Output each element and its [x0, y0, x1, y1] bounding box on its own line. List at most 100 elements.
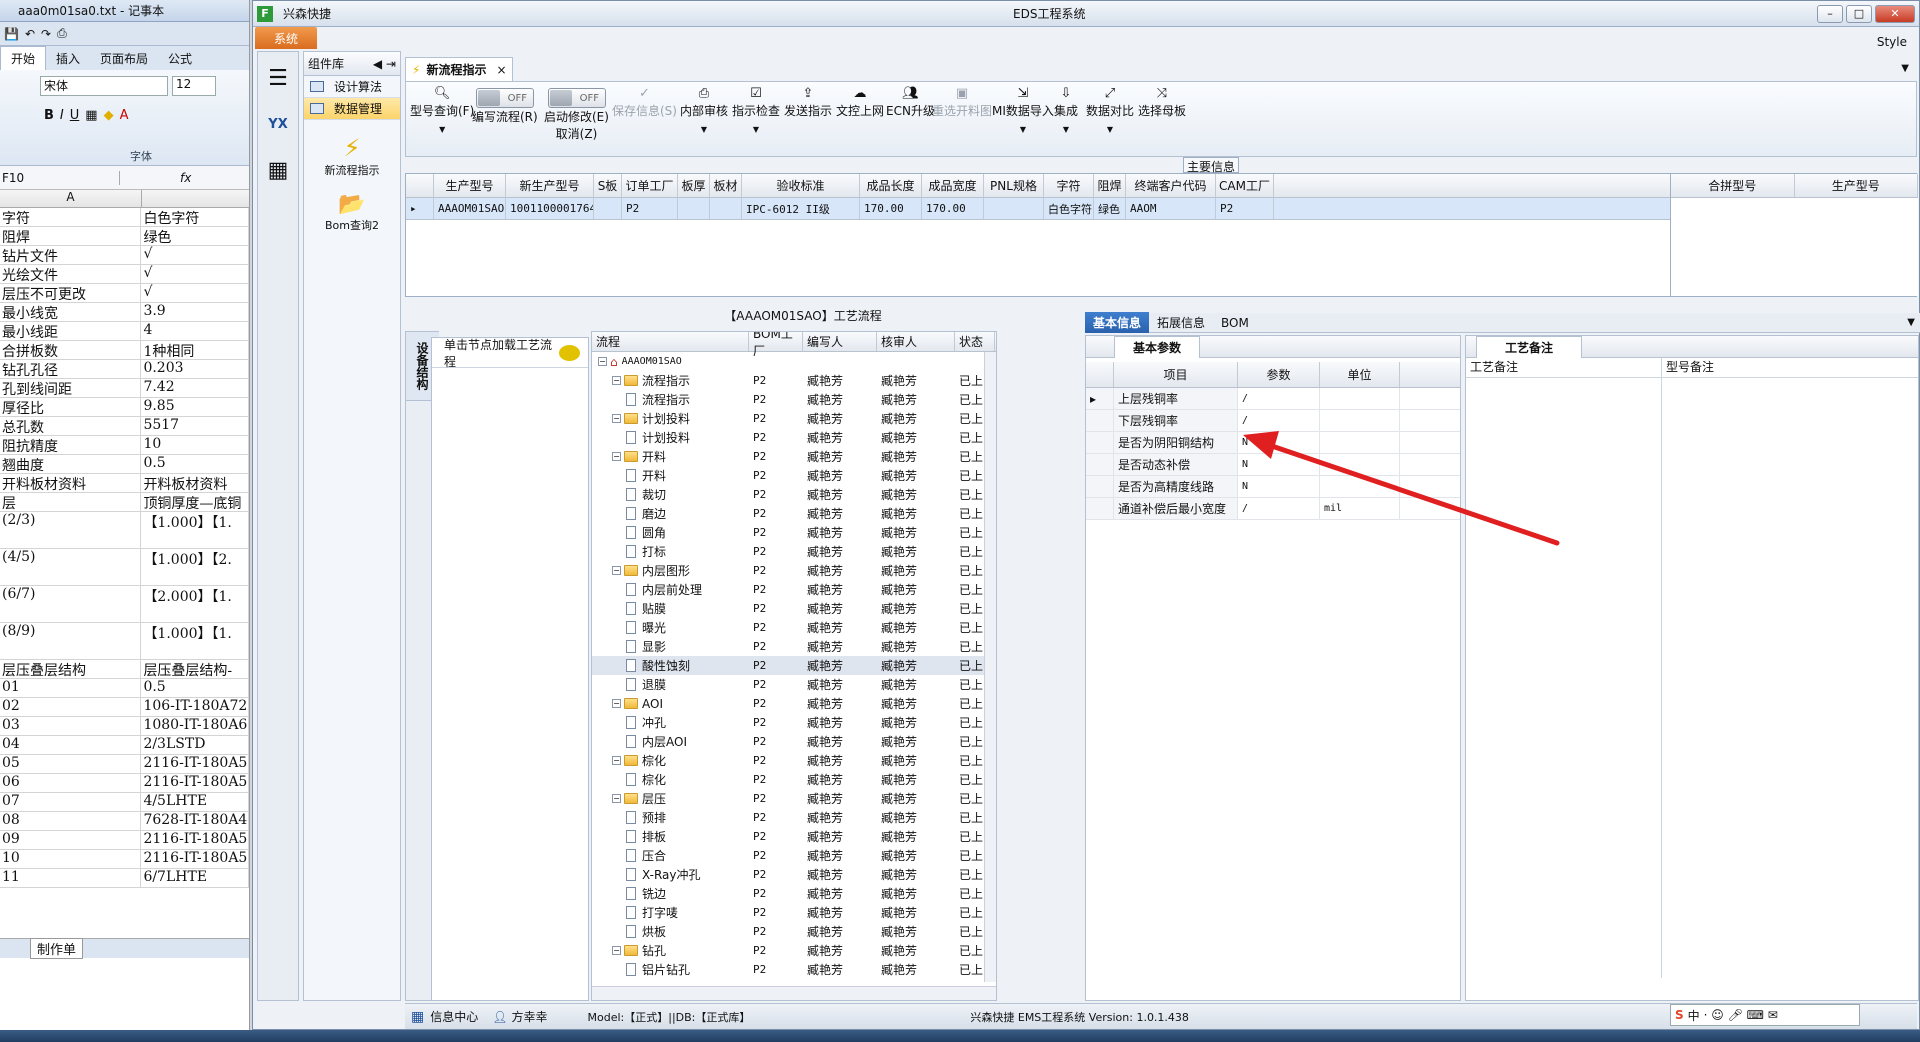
- grid-col-header[interactable]: 终端客户代码: [1126, 174, 1216, 197]
- grid-col-header[interactable]: S板: [594, 174, 622, 197]
- tab-page-layout[interactable]: 页面布局: [90, 47, 158, 70]
- tab-list-dropdown-icon[interactable]: ▼: [1901, 63, 1909, 74]
- expand-toggle-icon[interactable]: −: [612, 699, 621, 708]
- cell[interactable]: 翘曲度: [0, 455, 142, 474]
- start-modify-toggle[interactable]: OFF: [548, 88, 606, 108]
- grid-cell[interactable]: IPC-6012 II级: [742, 198, 860, 219]
- fill-color-icon[interactable]: ◆: [104, 108, 114, 123]
- cancel-button[interactable]: 取消(Z): [556, 125, 598, 142]
- cell[interactable]: 02: [0, 698, 142, 717]
- cell[interactable]: 白色字符: [141, 208, 249, 227]
- send-flow-button[interactable]: ⇪ 发送指示: [784, 86, 832, 119]
- grid-cell[interactable]: 10011000017647: [506, 198, 594, 219]
- flow-col-header[interactable]: 流程: [592, 332, 749, 351]
- expand-toggle-icon[interactable]: −: [598, 357, 607, 366]
- font-color-icon[interactable]: A: [120, 108, 129, 123]
- cell[interactable]: 0.5: [141, 679, 249, 698]
- cell[interactable]: 7.42: [141, 379, 249, 398]
- param-row[interactable]: ▸ 上层残铜率 /: [1086, 388, 1460, 410]
- tab-process-remark[interactable]: 工艺备注: [1476, 335, 1583, 358]
- cell[interactable]: 7628-IT-180A4: [141, 812, 249, 831]
- maximize-button[interactable]: □: [1846, 4, 1872, 23]
- tree-row[interactable]: 显影 P2 臧艳芳 臧艳芳 已上R: [592, 637, 996, 656]
- cell[interactable]: (2/3): [0, 512, 142, 549]
- collapse-icon[interactable]: ◀ ⇥: [373, 57, 396, 71]
- cell[interactable]: √: [141, 265, 249, 284]
- status-col-header[interactable]: 状态: [955, 332, 995, 351]
- cell[interactable]: 03: [0, 717, 142, 736]
- unit-col-header[interactable]: 单位: [1320, 362, 1400, 387]
- cell[interactable]: 4: [141, 322, 249, 341]
- close-tab-icon[interactable]: ×: [496, 63, 506, 77]
- new-flow-launcher[interactable]: ⚡ 新流程指示: [304, 134, 400, 178]
- tree-row[interactable]: 烘板 P2 臧艳芳 臧艳芳 已上R: [592, 922, 996, 941]
- model-remark-textarea[interactable]: [1662, 378, 1916, 978]
- tab-home[interactable]: 开始: [0, 46, 47, 70]
- column-a-header[interactable]: A: [0, 190, 142, 207]
- expand-toggle-icon[interactable]: −: [612, 566, 621, 575]
- grid-col-header[interactable]: 验收标准: [742, 174, 860, 197]
- cell[interactable]: (4/5): [0, 549, 142, 586]
- grid-cell[interactable]: [678, 198, 710, 219]
- cell[interactable]: 最小线距: [0, 322, 142, 341]
- info-center[interactable]: 信息中心: [430, 1008, 478, 1025]
- cell[interactable]: 10: [141, 436, 249, 455]
- grid-cell[interactable]: AAOM: [1126, 198, 1216, 219]
- yx-module-icon[interactable]: YX: [259, 104, 297, 144]
- sheet-tab[interactable]: 制作单: [30, 938, 84, 959]
- cell[interactable]: 阻焊: [0, 227, 142, 246]
- minimize-button[interactable]: –: [1817, 4, 1843, 23]
- cell[interactable]: 2116-IT-180A5: [141, 850, 249, 869]
- cell[interactable]: 开料板材资料: [141, 474, 249, 493]
- expand-toggle-icon[interactable]: −: [612, 414, 621, 423]
- cell[interactable]: 字符: [0, 208, 142, 227]
- cell[interactable]: 孔到线间距: [0, 379, 142, 398]
- grid-col-header[interactable]: 生产型号: [434, 174, 506, 197]
- tree-row[interactable]: 排板 P2 臧艳芳 臧艳芳 已上R: [592, 827, 996, 846]
- border-icon[interactable]: ▦: [85, 108, 97, 123]
- bom-col-header[interactable]: BOM工厂: [749, 332, 803, 358]
- cell[interactable]: (8/9): [0, 623, 142, 660]
- chevron-down-icon[interactable]: ▼: [1899, 315, 1920, 330]
- cell[interactable]: 层压叠层结构: [0, 660, 142, 679]
- complib-item-data-management[interactable]: 数据管理: [304, 98, 400, 120]
- checker-col-header[interactable]: 核审人: [877, 332, 955, 351]
- cell[interactable]: 08: [0, 812, 142, 831]
- cell[interactable]: 开料板材资料: [0, 474, 142, 493]
- grid-cell[interactable]: [710, 198, 742, 219]
- tree-row[interactable]: 铣边 P2 臧艳芳 臧艳芳 已上R: [592, 884, 996, 903]
- tree-row[interactable]: 内层前处理 P2 臧艳芳 臧艳芳 已上R: [592, 580, 996, 599]
- cell[interactable]: 10: [0, 850, 142, 869]
- grid-col-header[interactable]: 字符: [1044, 174, 1094, 197]
- model-query-button[interactable]: 🔍︎ 型号查询(F) ▼: [410, 86, 474, 134]
- tree-row[interactable]: − 钻孔 P2 臧艳芳 臧艳芳 已上R: [592, 941, 996, 960]
- tree-row[interactable]: 贴膜 P2 臧艳芳 臧艳芳 已上R: [592, 599, 996, 618]
- tree-row[interactable]: 流程指示 P2 臧艳芳 臧艳芳 已上R: [592, 390, 996, 409]
- cell[interactable]: 【1.000】【1.: [141, 512, 249, 549]
- writer-col-header[interactable]: 编写人: [803, 332, 877, 351]
- cell[interactable]: 【2.000】【1.: [141, 586, 249, 623]
- grid-cell[interactable]: 170.00: [922, 198, 984, 219]
- tab-formulas[interactable]: 公式: [158, 47, 202, 70]
- style-menu[interactable]: Style: [1877, 35, 1907, 49]
- expand-toggle-icon[interactable]: −: [612, 946, 621, 955]
- cell[interactable]: 顶铜厚度—底铜: [141, 493, 249, 512]
- flow-check-button[interactable]: ☑ 指示检查 ▼: [732, 86, 780, 134]
- tree-row[interactable]: 裁切 P2 臧艳芳 臧艳芳 已上R: [592, 485, 996, 504]
- cell[interactable]: 层压叠层结构-: [141, 660, 249, 679]
- tree-row[interactable]: − AOI P2 臧艳芳 臧艳芳 已上R: [592, 694, 996, 713]
- cell[interactable]: (6/7): [0, 586, 142, 623]
- integrate-button[interactable]: ⇩ 集成 ▼: [1054, 86, 1078, 134]
- cell[interactable]: 2116-IT-180A5: [141, 755, 249, 774]
- cell[interactable]: 层: [0, 493, 142, 512]
- cell[interactable]: 最小线宽: [0, 303, 142, 322]
- cell[interactable]: 绿色: [141, 227, 249, 246]
- cell[interactable]: 层压不可更改: [0, 284, 142, 303]
- internal-audit-button[interactable]: ⎙ 内部审核 ▼: [680, 86, 728, 134]
- grid-cell[interactable]: P2: [1216, 198, 1274, 219]
- data-compare-button[interactable]: ⤢ 数据对比 ▼: [1086, 86, 1134, 134]
- grid-col-header[interactable]: CAM工厂: [1216, 174, 1274, 197]
- grid-cell[interactable]: 白色字符: [1044, 198, 1094, 219]
- production-model-header[interactable]: 生产型号: [1795, 174, 1918, 197]
- ime-toolbar[interactable]: S 中 · ☺ 🎤︎ ⌨ ✉: [1670, 1004, 1860, 1026]
